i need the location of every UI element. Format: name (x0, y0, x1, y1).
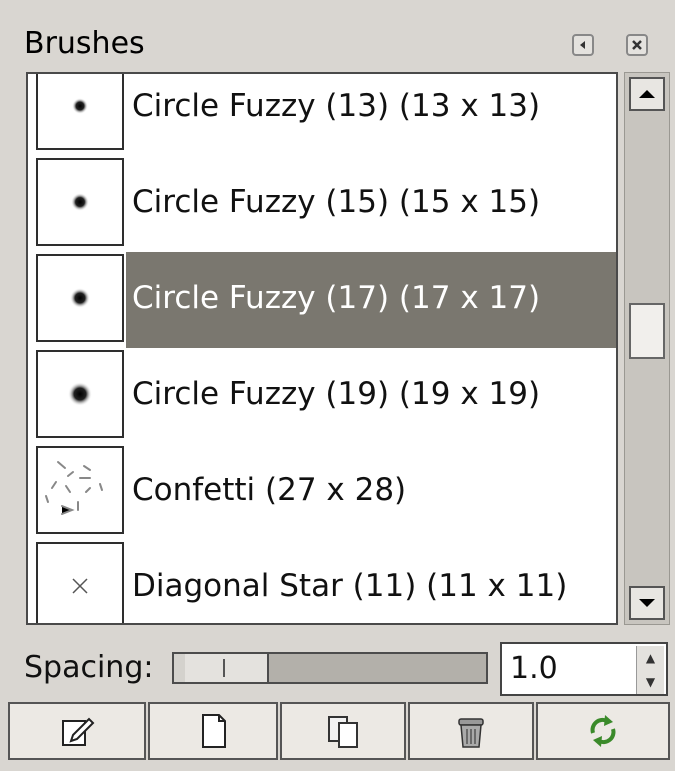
duplicate-brush-button[interactable] (280, 702, 406, 760)
refresh-brushes-button[interactable] (536, 702, 670, 760)
dock-header: Brushes (0, 18, 675, 74)
trash-icon (458, 718, 484, 748)
spin-down-icon[interactable]: ▼ (636, 670, 664, 694)
confetti-icon (36, 446, 124, 534)
brush-name: Circle Fuzzy (13) (13 x 13) (132, 88, 541, 124)
circle-fuzzy-17-icon (36, 254, 124, 342)
scroll-down-icon[interactable] (629, 586, 665, 620)
refresh-icon (590, 715, 616, 747)
spacing-label: Spacing: (24, 650, 154, 685)
spacing-slider[interactable] (172, 652, 488, 684)
circle-fuzzy-13-icon (36, 74, 124, 150)
delete-brush-button[interactable] (408, 702, 534, 760)
spacing-control: Spacing: 1.0 ▲ ▼ (0, 640, 675, 696)
brush-row[interactable]: Confetti (27 x 28) (28, 444, 616, 540)
duplicate-icon (328, 716, 358, 748)
brush-row[interactable]: Circle Fuzzy (19) (19 x 19) (28, 348, 616, 444)
scrollbar-thumb[interactable] (629, 303, 665, 359)
panel-title: Brushes (24, 26, 145, 61)
brush-name: Circle Fuzzy (19) (19 x 19) (132, 376, 541, 412)
spin-up-icon[interactable]: ▲ (636, 646, 664, 670)
brush-row[interactable]: Circle Fuzzy (15) (15 x 15) (28, 156, 616, 252)
new-document-icon (202, 714, 226, 748)
brush-row-selected[interactable]: Circle Fuzzy (17) (17 x 17) (28, 252, 616, 348)
circle-fuzzy-19-icon (36, 350, 124, 438)
scroll-up-icon[interactable] (629, 77, 665, 111)
circle-fuzzy-15-icon (36, 158, 124, 246)
edit-icon (62, 717, 95, 746)
tab-menu-icon[interactable] (572, 34, 594, 56)
brush-row[interactable]: Circle Fuzzy (13) (13 x 13) (28, 74, 616, 156)
brush-name: Circle Fuzzy (17) (17 x 17) (132, 280, 541, 316)
brush-row[interactable]: Diagonal Star (11) (11 x 11) (28, 540, 616, 623)
brush-name: Confetti (27 x 28) (132, 472, 407, 508)
list-scrollbar[interactable] (624, 72, 670, 625)
spacing-value[interactable]: 1.0 (510, 644, 558, 694)
diagonal-star-icon (36, 542, 124, 623)
brush-name: Diagonal Star (11) (11 x 11) (132, 568, 568, 604)
action-toolbar (0, 702, 675, 762)
brush-name: Circle Fuzzy (15) (15 x 15) (132, 184, 541, 220)
new-brush-button[interactable] (148, 702, 278, 760)
spacing-spinbutton[interactable]: 1.0 ▲ ▼ (500, 642, 668, 696)
edit-brush-button[interactable] (8, 702, 146, 760)
slider-handle[interactable] (185, 654, 269, 682)
brush-list[interactable]: Circle Fuzzy (13) (13 x 13) Circle Fuzzy… (26, 72, 618, 625)
close-icon[interactable] (626, 34, 648, 56)
